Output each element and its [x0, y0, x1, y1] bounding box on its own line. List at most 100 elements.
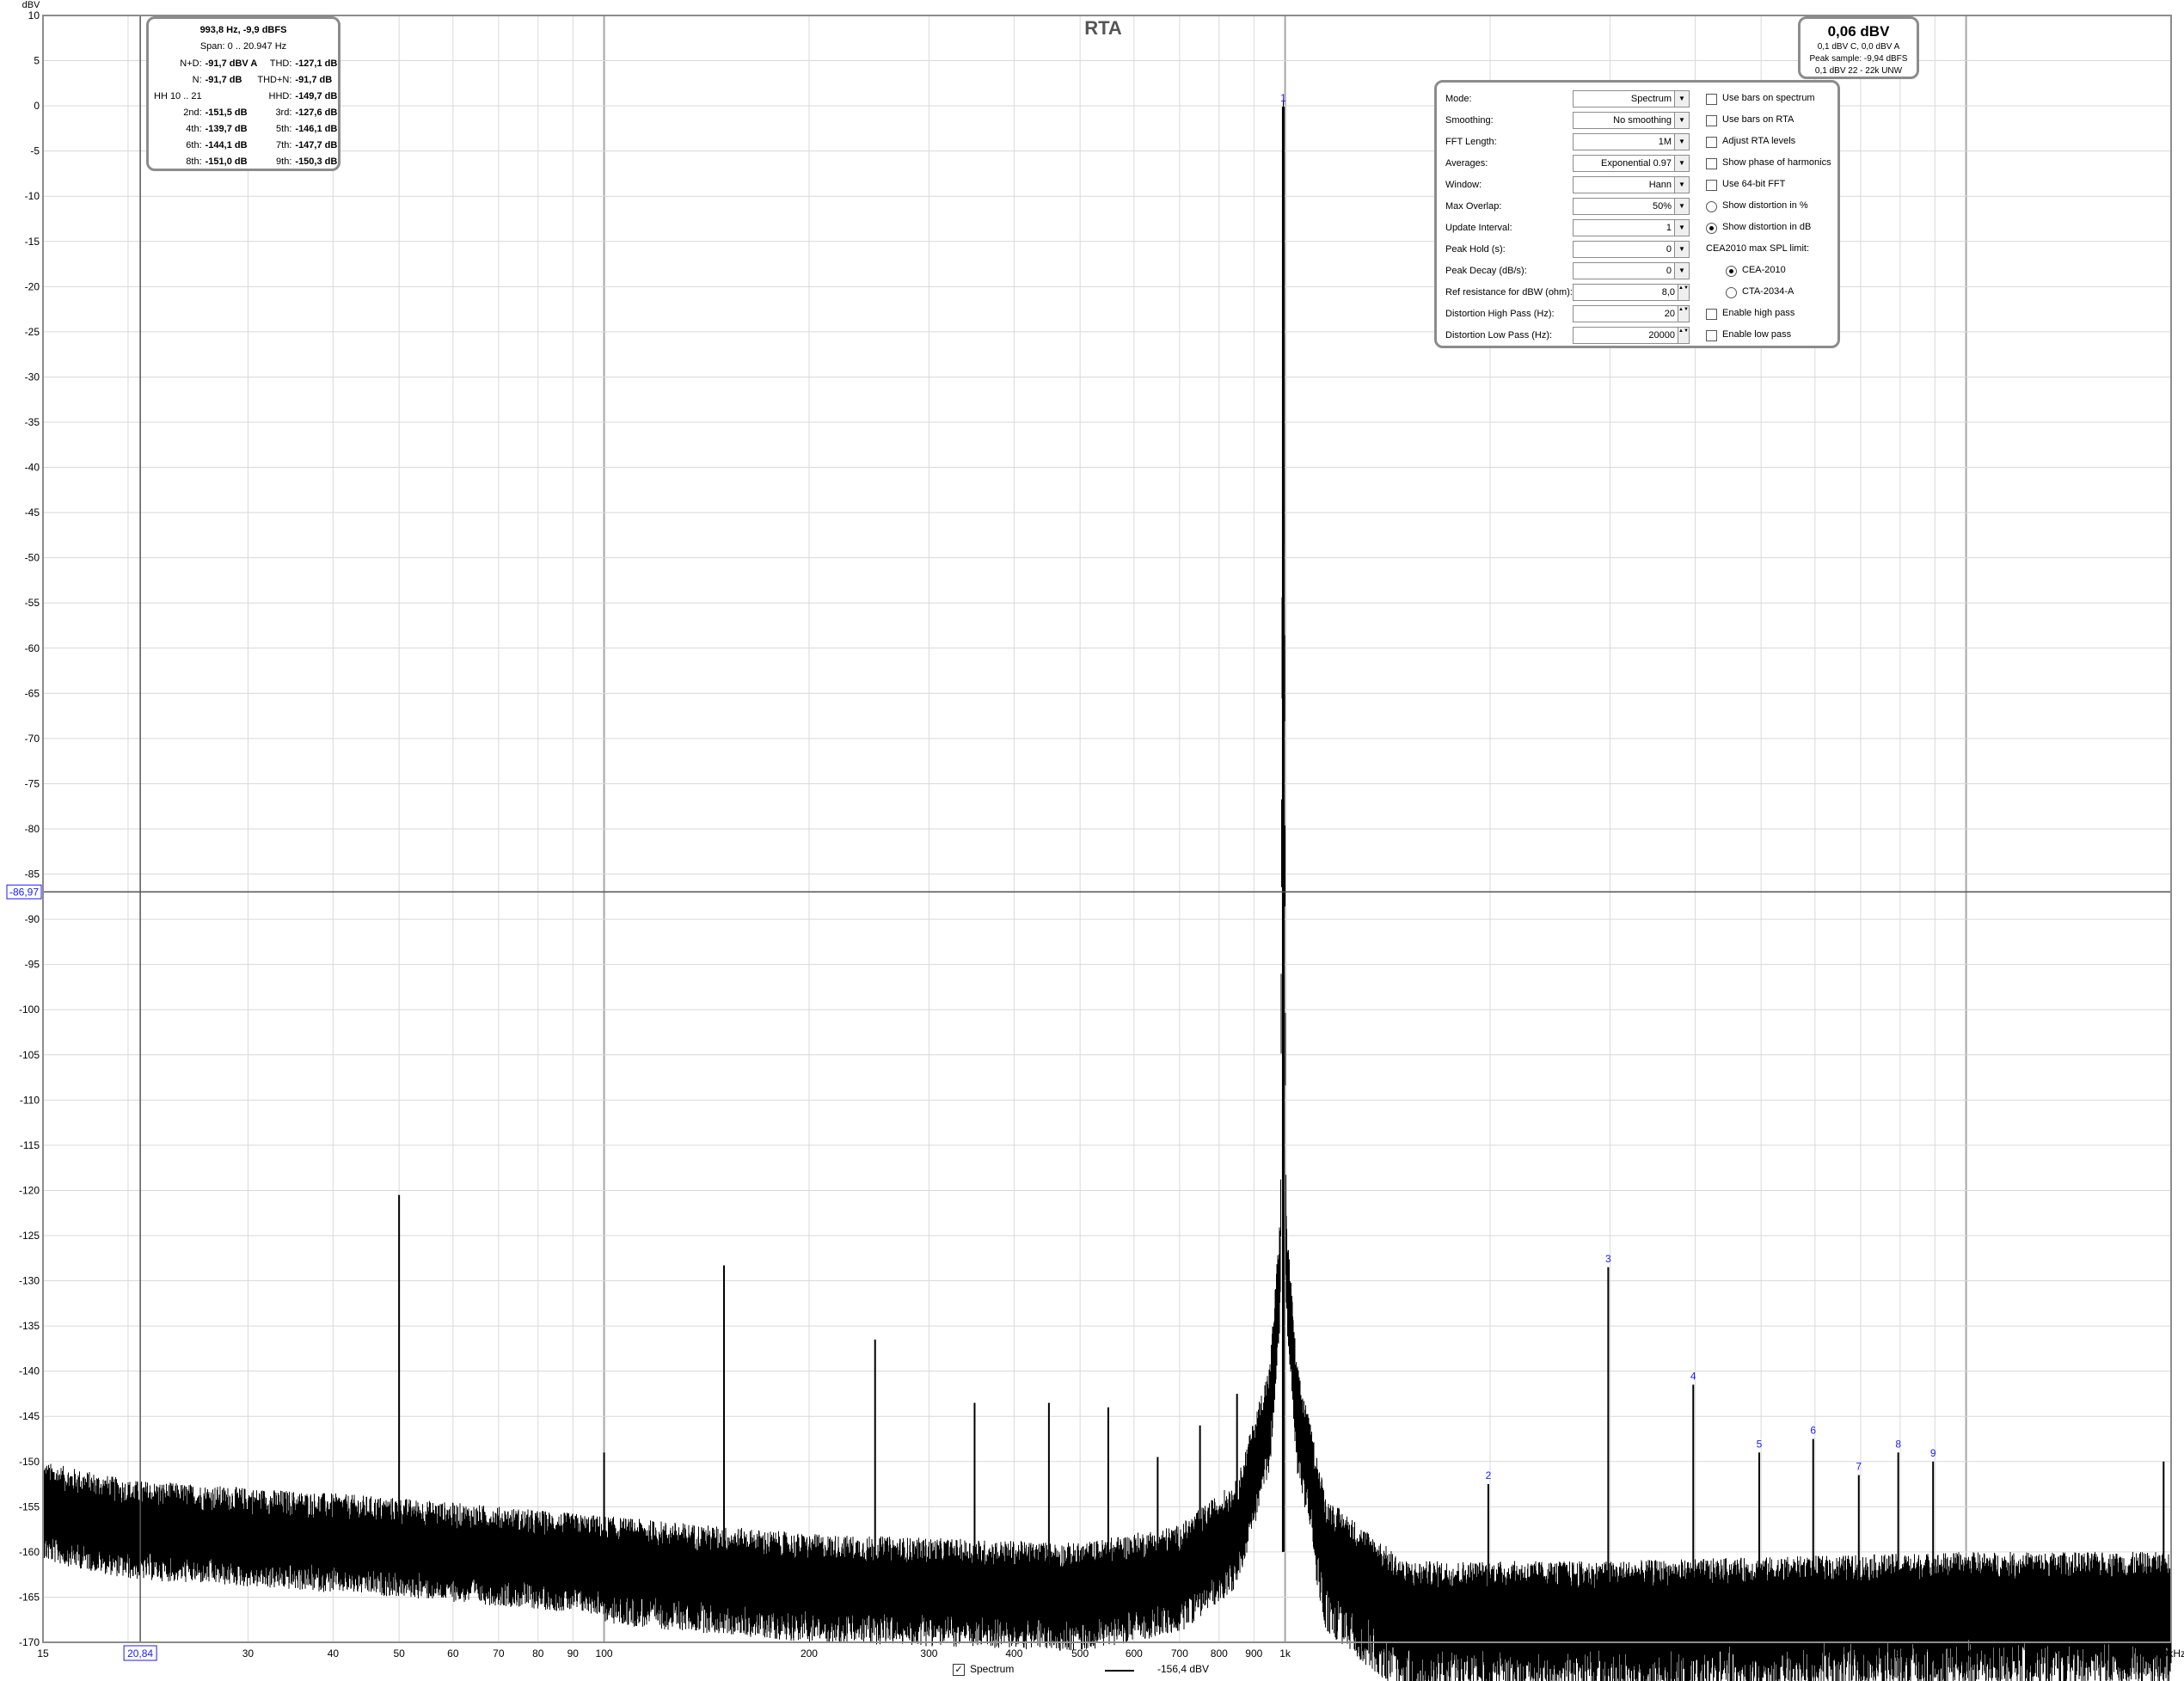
fundamental-header: 993,8 Hz, -9,9 dBFS — [199, 25, 287, 35]
cursor-x-label: 20,84 — [127, 1647, 153, 1660]
option-label[interactable]: Adjust RTA levels — [1722, 136, 1795, 146]
harmonic-marker-label: 6 — [1810, 1425, 1816, 1437]
cursor[interactable]: -86,97 20,84 — [6, 15, 2171, 1661]
spinner-arrows-icon[interactable]: ▲▼ — [1678, 285, 1689, 300]
setting-label: Ref resistance for dBW (ohm): — [1445, 287, 1573, 298]
option-checkbox[interactable] — [1706, 180, 1717, 191]
distortion-key: 6th: — [186, 139, 202, 150]
y-tick-label: -140 — [19, 1365, 40, 1377]
distortion-value: -150,3 dB — [295, 156, 338, 167]
chevron-down-icon[interactable]: ▼ — [1674, 156, 1689, 171]
distortion-value: -149,7 dB — [295, 90, 338, 101]
spectrum-visibility-checkbox[interactable]: ✓ — [953, 1664, 965, 1676]
setting-value: 8,0 — [1661, 287, 1675, 298]
option-label[interactable]: Use bars on spectrum — [1722, 93, 1815, 103]
distortion-value: -151,5 dB — [205, 107, 248, 118]
distortion-row: N+D: -91,7 dBV A THD: -127,1 dB — [154, 55, 337, 71]
distortion-value: -91,7 dB — [295, 74, 333, 85]
option-label[interactable]: Show distortion in % — [1722, 200, 1808, 211]
option-label[interactable]: Enable high pass — [1722, 308, 1794, 318]
x-tick-label: 400 — [1005, 1647, 1022, 1660]
setting-value: 1 — [1666, 223, 1672, 233]
y-tick-label: -110 — [20, 1094, 40, 1106]
option-checkbox[interactable] — [1706, 94, 1717, 105]
setting-dropdown[interactable]: 0 ▼ — [1573, 241, 1690, 258]
y-tick-label: -135 — [19, 1320, 40, 1332]
setting-dropdown[interactable]: 1 ▼ — [1573, 219, 1690, 236]
setting-spinner[interactable]: 20 ▲▼ — [1573, 305, 1690, 322]
setting-dropdown[interactable]: Exponential 0.97 ▼ — [1573, 155, 1690, 172]
option-radio[interactable] — [1706, 201, 1717, 212]
chevron-down-icon[interactable]: ▼ — [1674, 113, 1689, 128]
y-tick-label: -95 — [25, 959, 40, 971]
setting-spinner[interactable]: 20000 ▲▼ — [1573, 327, 1690, 344]
x-tick-label: 7k — [1856, 1647, 1868, 1660]
setting-value: 20000 — [1648, 330, 1675, 340]
setting-dropdown[interactable]: No smoothing ▼ — [1573, 112, 1690, 129]
distortion-value: -151,0 dB — [205, 156, 248, 167]
x-tick-label: 800 — [1211, 1647, 1228, 1660]
chevron-down-icon[interactable]: ▼ — [1674, 177, 1689, 193]
chevron-down-icon[interactable]: ▼ — [1674, 91, 1689, 107]
option-radio[interactable] — [1726, 287, 1737, 298]
option-checkbox[interactable] — [1706, 309, 1717, 320]
y-tick-label: -75 — [25, 777, 40, 789]
distortion-key: N+D: — [180, 58, 202, 69]
level-meter[interactable]: 0,06 dBV 0,1 dBV C, 0,0 dBV A Peak sampl… — [1798, 16, 1919, 79]
distortion-row: 2nd: -151,5 dB 3rd: -127,6 dB — [154, 104, 337, 120]
option-checkbox[interactable] — [1706, 158, 1717, 169]
option-label[interactable]: Show phase of harmonics — [1722, 157, 1831, 168]
chevron-down-icon[interactable]: ▼ — [1674, 220, 1689, 236]
x-tick-label: 1k — [1279, 1647, 1291, 1660]
y-tick-label: -25 — [25, 326, 40, 338]
rta-plot[interactable]: 123456789 -86,9720,84 1050-5-10-15-20-25… — [0, 0, 2184, 1681]
chevron-down-icon[interactable]: ▼ — [1674, 134, 1689, 150]
rta-settings-panel[interactable]: Mode: Spectrum ▼ Smoothing: No smoothing ▼ FFT… — [1434, 80, 1840, 348]
distortion-value: -144,1 dB — [205, 139, 248, 150]
distortion-panel[interactable]: 993,8 Hz, -9,9 dBFS Span: 0 .. 20.947 Hz… — [146, 16, 340, 171]
setting-label: Mode: — [1445, 94, 1472, 104]
option-label[interactable]: CEA-2010 — [1742, 265, 1786, 275]
option-radio[interactable] — [1706, 223, 1717, 234]
y-tick-label: -150 — [19, 1456, 40, 1468]
setting-dropdown[interactable]: 1M ▼ — [1573, 133, 1690, 150]
option-label[interactable]: Use 64-bit FFT — [1722, 179, 1785, 189]
chevron-down-icon[interactable]: ▼ — [1674, 263, 1689, 279]
chevron-down-icon[interactable]: ▼ — [1674, 242, 1689, 257]
chevron-down-icon[interactable]: ▼ — [1674, 199, 1689, 214]
spinner-arrows-icon[interactable]: ▲▼ — [1678, 306, 1689, 322]
option-label[interactable]: Enable low pass — [1722, 329, 1791, 340]
cea2010-heading: CEA2010 max SPL limit: — [1706, 243, 1810, 254]
option-label[interactable]: CTA-2034-A — [1742, 286, 1794, 297]
x-tick-label: 3k — [1604, 1647, 1617, 1660]
level-value: 0,06 dBV — [1827, 23, 1890, 40]
harmonic-marker-label: 7 — [1856, 1461, 1862, 1473]
setting-dropdown[interactable]: Hann ▼ — [1573, 176, 1690, 193]
setting-dropdown[interactable]: 0 ▼ — [1573, 262, 1690, 279]
distortion-key: 7th: — [276, 139, 292, 150]
option-checkbox[interactable] — [1706, 330, 1717, 341]
distortion-value — [206, 88, 258, 104]
y-tick-label: -30 — [25, 371, 40, 383]
distortion-row: 4th: -139,7 dB 5th: -146,1 dB — [154, 120, 337, 137]
harmonic-marker-label: 5 — [1757, 1438, 1763, 1450]
setting-dropdown[interactable]: 50% ▼ — [1573, 198, 1690, 215]
x-tick-label: 2k — [1485, 1647, 1497, 1660]
option-checkbox[interactable] — [1706, 115, 1717, 126]
distortion-value: -139,7 dB — [205, 123, 248, 134]
harmonic-marker-label: 1 — [1280, 92, 1286, 104]
option-checkbox[interactable] — [1706, 137, 1717, 148]
setting-dropdown[interactable]: Spectrum ▼ — [1573, 90, 1690, 107]
distortion-key: HHD: — [268, 90, 292, 101]
x-tick-label: 40 — [328, 1647, 340, 1660]
distortion-key: 5th: — [276, 123, 292, 134]
distortion-key: 2nd: — [183, 107, 202, 118]
option-radio[interactable] — [1726, 266, 1737, 277]
distortion-key: 3rd: — [275, 107, 292, 118]
option-label[interactable]: Show distortion in dB — [1722, 222, 1811, 232]
spinner-arrows-icon[interactable]: ▲▼ — [1678, 328, 1689, 343]
option-label[interactable]: Use bars on RTA — [1722, 114, 1794, 125]
legend-line-swatch — [1105, 1670, 1134, 1672]
setting-spinner[interactable]: 8,0 ▲▼ — [1573, 284, 1690, 301]
legend-series-name: Spectrum — [970, 1663, 1015, 1675]
